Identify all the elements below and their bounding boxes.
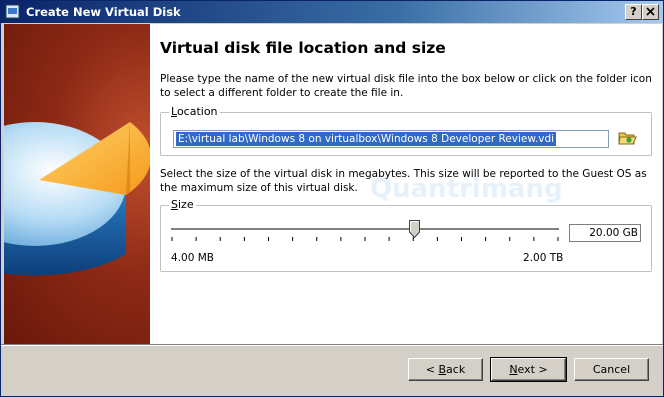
size-label: Size [169,198,196,212]
size-slider-ticks [171,237,559,241]
dialog-window: Create New Virtual Disk ? Virtual disk f… [0,0,664,397]
back-rest: ack [446,363,466,376]
back-button[interactable]: < Back [408,358,483,381]
size-group: Size 4.00 MB 2.00 TB 20.00 GB [160,198,652,272]
window-title: Create New Virtual Disk [26,5,181,19]
help-button[interactable]: ? [625,4,642,20]
location-label: Location [169,105,220,119]
wizard-content: Virtual disk file location and size Plea… [150,24,662,344]
footer-separator-highlight [1,345,663,346]
page-heading: Virtual disk file location and size [160,39,446,57]
next-button[interactable]: Next > [490,357,567,382]
wizard-banner-image [4,24,150,344]
location-path-input[interactable]: E:\virtual lab\Windows 8 on virtualbox\W… [173,130,609,148]
close-button[interactable] [642,4,659,20]
size-max-label: 2.00 TB [523,252,564,264]
next-accel: N [509,363,518,376]
title-bar[interactable]: Create New Virtual Disk ? [1,1,663,23]
location-path-value: E:\virtual lab\Windows 8 on virtualbox\W… [176,132,557,146]
back-prefix: < [425,363,439,376]
folder-open-icon[interactable] [617,129,637,147]
virtualbox-app-icon [5,4,20,19]
cancel-button[interactable]: Cancel [574,358,649,381]
size-label-rest: ize [177,198,194,211]
close-icon [646,7,655,16]
location-description: Please type the name of the new virtual … [160,73,652,99]
disk-pie-graphic [4,122,150,276]
location-label-rest: ocation [176,105,218,118]
back-accel: B [438,363,447,376]
next-rest: ext > [517,363,548,376]
size-slider-thumb[interactable] [409,220,420,238]
size-min-label: 4.00 MB [171,252,214,264]
location-group: Location E:\virtual lab\Windows 8 on vir… [160,105,652,156]
size-slider-track [171,228,559,231]
size-slider[interactable] [171,220,561,246]
size-value-input[interactable]: 20.00 GB [569,224,641,242]
size-description: Select the size of the virtual disk in m… [160,168,647,194]
size-label-accel: S [171,198,178,211]
